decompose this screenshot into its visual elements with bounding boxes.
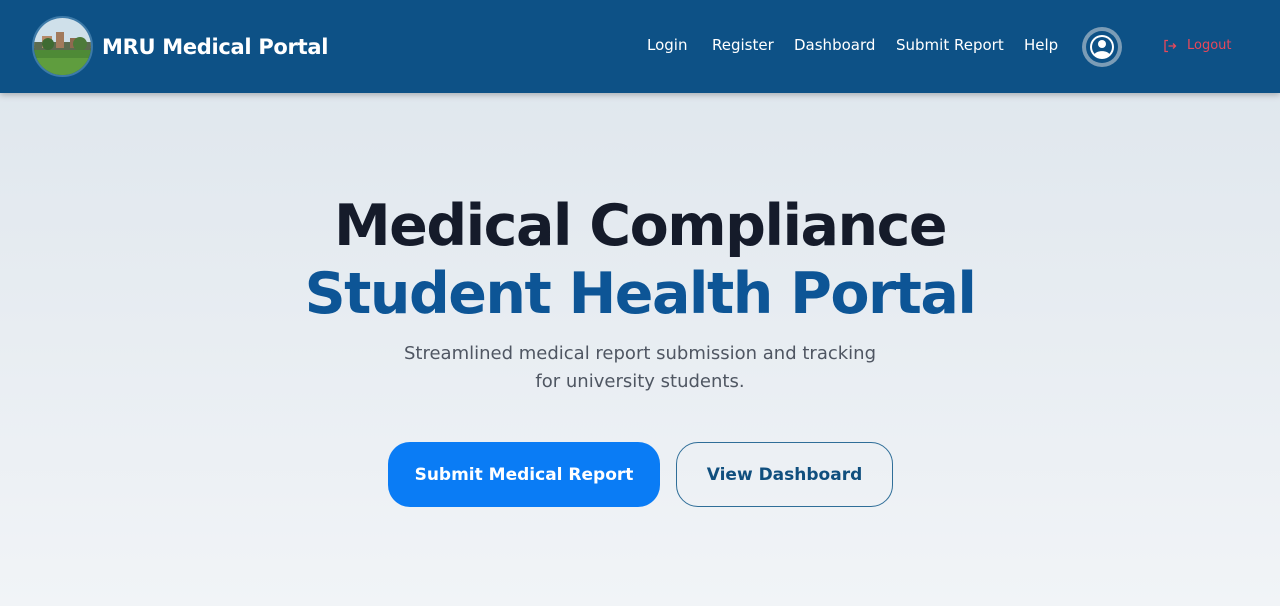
- nav-link-dashboard[interactable]: Dashboard: [794, 36, 875, 54]
- top-navbar: MRU Medical Portal Login Register Dashbo…: [0, 0, 1280, 93]
- hero-subtitle: Streamlined medical report submission an…: [403, 343, 877, 392]
- logout-button[interactable]: Logout: [1163, 38, 1232, 53]
- submit-medical-report-button[interactable]: Submit Medical Report: [388, 442, 660, 507]
- logout-label: Logout: [1187, 38, 1232, 53]
- nav-link-login[interactable]: Login: [647, 36, 687, 54]
- brand-name: MRU Medical Portal: [102, 34, 329, 59]
- hero-title: Medical Compliance Student Health Portal: [0, 192, 1280, 328]
- hero-title-line2: Student Health Portal: [304, 261, 977, 327]
- nav-link-help[interactable]: Help: [1024, 36, 1058, 54]
- brand[interactable]: MRU Medical Portal: [32, 16, 328, 77]
- view-dashboard-button[interactable]: View Dashboard: [676, 442, 893, 507]
- logout-icon: [1164, 39, 1177, 52]
- user-circle-icon: [1086, 31, 1118, 63]
- hero-title-line1: Medical Compliance: [333, 193, 948, 259]
- nav-link-submit-report[interactable]: Submit Report: [896, 36, 1004, 54]
- campus-logo: [32, 16, 93, 77]
- user-avatar-button[interactable]: [1082, 27, 1122, 67]
- nav-link-register[interactable]: Register: [712, 36, 774, 54]
